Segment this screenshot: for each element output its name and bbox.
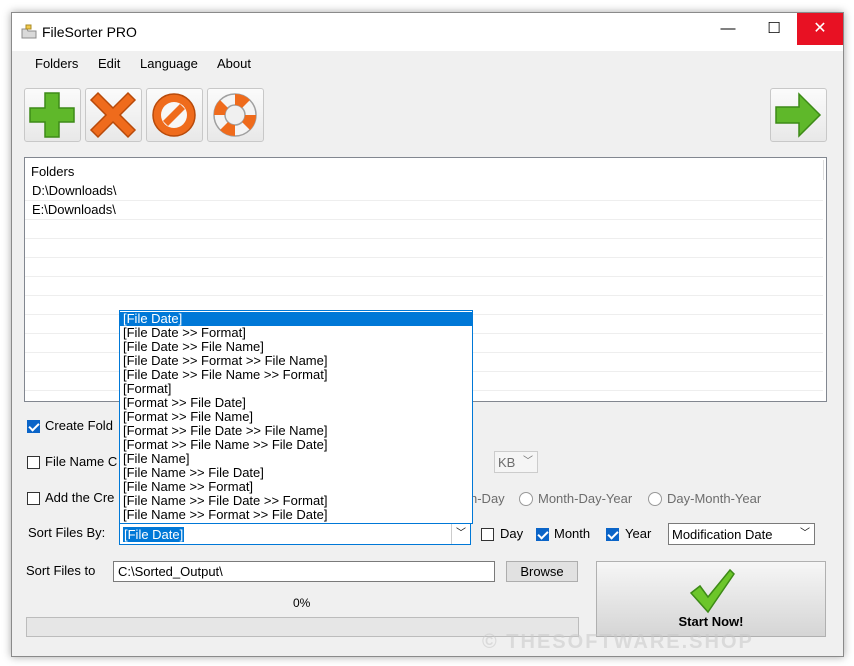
list-row-empty <box>25 277 823 296</box>
file-name-label: File Name C <box>45 454 118 469</box>
radio-month-day-year-label: Month-Day-Year <box>538 491 633 506</box>
clear-button[interactable] <box>146 88 203 142</box>
dropdown-option[interactable]: [File Date >> Format] <box>120 326 472 340</box>
create-folders-checkbox[interactable] <box>27 420 40 433</box>
start-label: Start Now! <box>678 614 744 629</box>
dropdown-option[interactable]: [Format >> File Date >> File Name] <box>120 424 472 438</box>
remove-folder-button[interactable] <box>85 88 142 142</box>
file-name-checkbox[interactable] <box>27 456 40 469</box>
maximize-button[interactable]: ☐ <box>751 13 797 45</box>
dropdown-option[interactable]: [File Date >> File Name] <box>120 340 472 354</box>
dropdown-option[interactable]: [Format >> File Date] <box>120 396 472 410</box>
radio-day-month-year-label: Day-Month-Year <box>667 491 762 506</box>
menu-language[interactable]: Language <box>140 56 198 71</box>
checkmark-icon <box>689 568 735 614</box>
prohibited-icon <box>152 93 196 137</box>
list-row-empty <box>25 258 823 277</box>
close-button[interactable]: ✕ <box>797 13 843 45</box>
sort-to-label: Sort Files to <box>26 563 96 578</box>
radio-month-day-year[interactable] <box>519 492 533 506</box>
app-window: FileSorter PRO — ☐ ✕ Folders Edit Langua… <box>11 12 844 657</box>
column-divider <box>823 160 824 180</box>
list-item[interactable]: D:\Downloads\ <box>25 182 823 201</box>
dropdown-option[interactable]: [Format >> File Name] <box>120 410 472 424</box>
list-item[interactable]: E:\Downloads\ <box>25 201 823 220</box>
browse-button[interactable]: Browse <box>506 561 578 582</box>
dropdown-option[interactable]: [File Date >> Format >> File Name] <box>120 354 472 368</box>
chevron-down-icon: ﹀ <box>523 456 533 467</box>
watermark: © THESOFTWARE.SHOP <box>482 631 754 653</box>
add-created-label: Add the Cre <box>45 490 115 505</box>
delete-x-icon <box>89 91 137 139</box>
progress-text: 0% <box>293 596 311 610</box>
day-checkbox[interactable] <box>481 528 494 541</box>
list-row-empty <box>25 239 823 258</box>
list-header: Folders <box>31 164 75 179</box>
chevron-down-icon: ﹀ <box>800 528 810 539</box>
app-icon <box>21 24 37 39</box>
sort-by-dropdown[interactable]: [File Date] [File Date >> Format] [File … <box>119 310 473 524</box>
dropdown-option[interactable]: [Format] <box>120 382 472 396</box>
dropdown-option[interactable]: [File Name] <box>120 452 472 466</box>
radio-year-month-day-label: h-Day <box>470 491 505 506</box>
dropdown-option[interactable]: [File Date >> File Name >> Format] <box>120 368 472 382</box>
start-button[interactable]: Start Now! <box>596 561 826 637</box>
output-folder-input[interactable]: C:\Sorted_Output\ <box>113 561 495 582</box>
dropdown-option[interactable]: [Format >> File Name >> File Date] <box>120 438 472 452</box>
month-checkbox[interactable] <box>536 528 549 541</box>
menu-edit[interactable]: Edit <box>98 56 120 71</box>
list-row-empty <box>25 220 823 239</box>
dropdown-option[interactable]: [File Name >> File Date >> Format] <box>120 494 472 508</box>
sort-by-value: [File Date] <box>123 527 185 542</box>
arrow-right-icon <box>775 92 822 138</box>
menu-bar: Folders Edit Language About <box>12 51 843 77</box>
radio-day-month-year[interactable] <box>648 492 662 506</box>
lifebuoy-icon <box>213 93 257 137</box>
month-label: Month <box>554 526 591 541</box>
plus-icon <box>29 92 75 138</box>
dropdown-option[interactable]: [File Name >> Format] <box>120 480 472 494</box>
chevron-down-icon: ﹀ <box>451 524 470 544</box>
menu-about[interactable]: About <box>217 56 251 71</box>
dropdown-option[interactable]: [File Name >> File Date] <box>120 466 472 480</box>
dropdown-option[interactable]: [File Name >> Format >> File Date] <box>120 508 472 522</box>
day-label: Day <box>500 526 524 541</box>
year-label: Year <box>625 526 652 541</box>
create-folders-label: Create Fold <box>45 418 113 433</box>
sort-by-select[interactable]: [File Date] ﹀ <box>119 523 471 545</box>
dropdown-option[interactable]: [File Date] <box>120 312 472 326</box>
minimize-button[interactable]: — <box>705 13 751 45</box>
help-button[interactable] <box>207 88 264 142</box>
title-bar: FileSorter PRO — ☐ ✕ <box>12 13 843 51</box>
add-created-checkbox[interactable] <box>27 492 40 505</box>
size-unit-select[interactable]: KB ﹀ <box>494 451 538 473</box>
add-folder-button[interactable] <box>24 88 81 142</box>
date-type-select[interactable]: Modification Date ﹀ <box>668 523 815 545</box>
sort-by-label: Sort Files By: <box>28 525 106 540</box>
menu-folders[interactable]: Folders <box>35 56 78 71</box>
next-button[interactable] <box>770 88 827 142</box>
year-checkbox[interactable] <box>606 528 619 541</box>
window-title: FileSorter PRO <box>42 24 137 40</box>
